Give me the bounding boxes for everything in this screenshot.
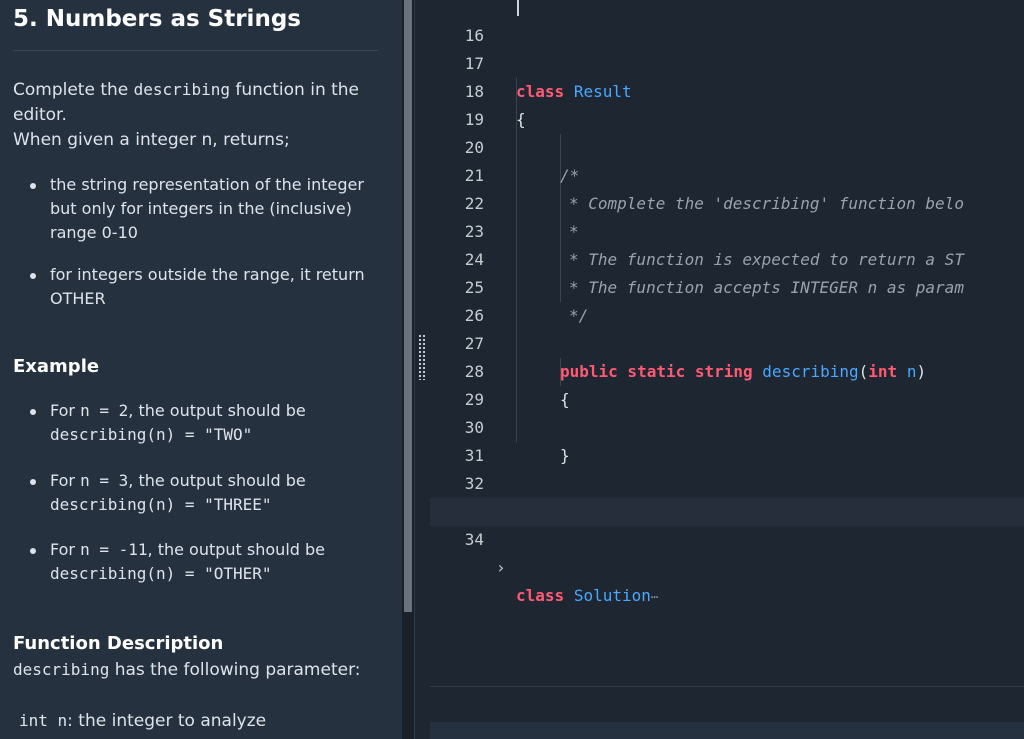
text-cursor <box>517 0 519 16</box>
drag-handle-icon[interactable] <box>418 334 426 380</box>
code-line[interactable]: 24 * The function accepts INTEGER n as p… <box>430 218 1024 297</box>
code-line[interactable]: 29 <box>430 358 1024 409</box>
folded-ellipsis-icon[interactable]: ⋯ <box>651 590 658 604</box>
code-line[interactable]: 33 <box>430 470 1024 521</box>
rule-bullet: for integers outside the range, it retur… <box>30 263 380 311</box>
function-description-heading: Function Description <box>13 633 224 654</box>
code-line[interactable]: 17 class Result <box>430 22 1024 101</box>
code-editor[interactable]: 16 17 class Result 18 { 19 20 /* 21 * Co… <box>430 0 1024 739</box>
code-line[interactable]: 27 public static string describing(int n… <box>430 302 1024 381</box>
code-line[interactable]: 28 { <box>430 330 1024 409</box>
example-item: For n = -11, the output should be descri… <box>30 538 350 586</box>
code-line-folded[interactable]: 34 › class Solution⋯ <box>430 498 1024 605</box>
title-divider <box>13 50 378 51</box>
chevron-right-icon[interactable]: › <box>496 554 506 582</box>
code-line[interactable]: 32 } <box>430 442 1024 521</box>
code-line[interactable]: 18 { <box>430 50 1024 129</box>
parameter-description: int n: the integer to analyze <box>19 711 267 731</box>
line-number: 34 <box>464 530 484 549</box>
code-line[interactable]: 25 */ <box>430 246 1024 325</box>
class-name: Solution <box>573 586 651 605</box>
code-line[interactable]: 22 * <box>430 162 1024 241</box>
editor-status-bar <box>430 722 1024 739</box>
example-item: For n = 3, the output should be describi… <box>30 469 350 517</box>
rule-bullet: the string representation of the integer… <box>30 173 380 245</box>
code-line[interactable]: 16 <box>430 0 1024 45</box>
keyword: class <box>516 586 565 605</box>
code-line[interactable]: 30 } <box>430 386 1024 465</box>
problem-title: 5. Numbers as Strings <box>13 6 301 32</box>
code-line[interactable]: 20 /* <box>430 106 1024 185</box>
code-line[interactable]: 26 <box>430 274 1024 325</box>
code-line[interactable]: 31 <box>430 414 1024 465</box>
example-item: For n = 2, the output should be describi… <box>30 399 350 447</box>
code-line[interactable]: 21 * Complete the 'describing' function … <box>430 134 1024 213</box>
code-line[interactable]: 23 * The function is expected to return … <box>430 190 1024 269</box>
example-heading: Example <box>13 356 100 377</box>
problem-intro: Complete the describing function in the … <box>13 80 360 125</box>
function-description: describing has the following parameter: <box>13 660 361 680</box>
code-line[interactable]: 19 <box>430 78 1024 129</box>
problem-scrollbar-thumb[interactable] <box>404 0 412 612</box>
problem-panel: 5. Numbers as Strings Complete the descr… <box>0 0 402 739</box>
problem-intro-line2: When given a integer n, returns; <box>13 130 290 150</box>
